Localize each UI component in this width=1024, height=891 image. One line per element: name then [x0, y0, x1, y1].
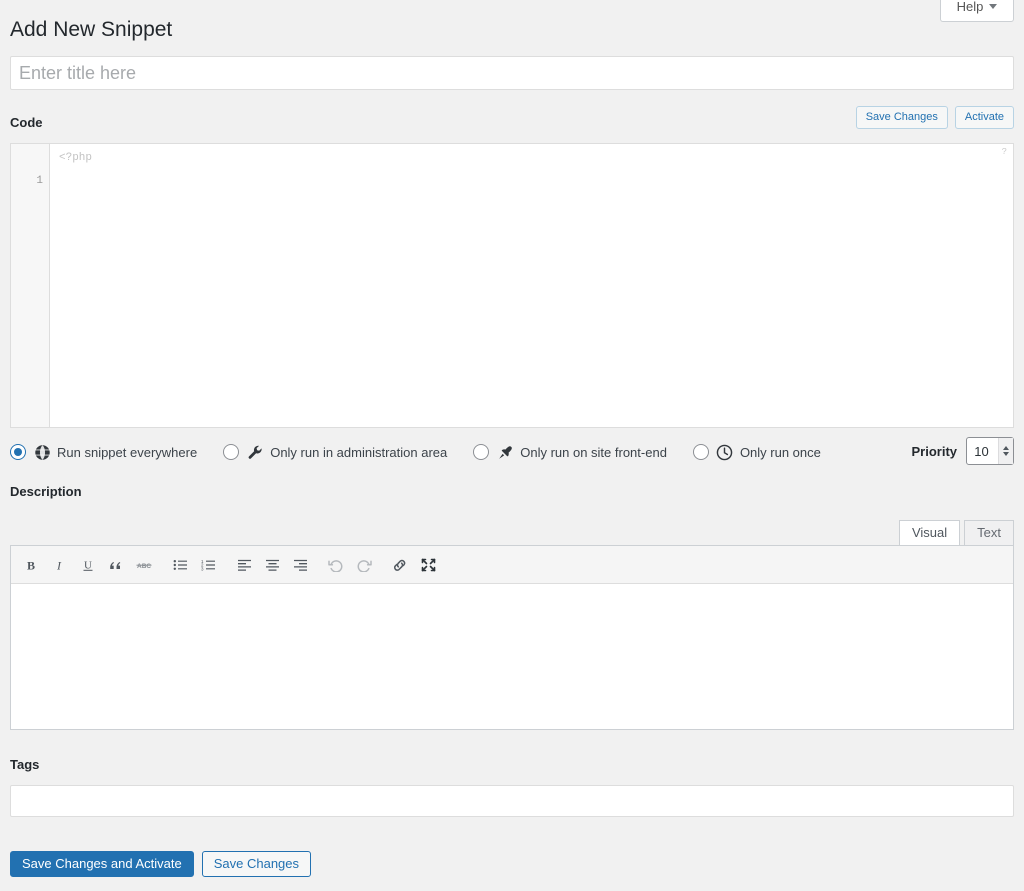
line-number: 1	[36, 175, 43, 187]
stepper-down-icon[interactable]	[1003, 452, 1009, 456]
snippet-title-input[interactable]	[10, 56, 1014, 90]
wrench-icon	[246, 443, 264, 461]
tags-input[interactable]	[10, 785, 1014, 817]
scope-label-admin: Only run in administration area	[270, 444, 448, 460]
strikethrough-icon[interactable]: ABC	[131, 552, 157, 578]
scope-label-everywhere: Run snippet everywhere	[57, 444, 198, 460]
radio-everywhere[interactable]	[10, 444, 26, 460]
stepper-up-icon[interactable]	[1003, 446, 1009, 450]
scope-option-everywhere[interactable]: Run snippet everywhere	[10, 443, 197, 461]
code-action-buttons: Save Changes Activate	[855, 106, 1014, 129]
bold-icon[interactable]: B	[19, 552, 45, 578]
activate-button[interactable]: Activate	[954, 106, 1014, 129]
svg-text:U: U	[84, 559, 92, 571]
priority-stepper[interactable]	[998, 438, 1013, 464]
tab-visual[interactable]: Visual	[898, 520, 961, 545]
priority-control: Priority 10	[911, 437, 1014, 465]
numbered-list-icon[interactable]: 123	[195, 552, 221, 578]
svg-text:ABC: ABC	[137, 563, 151, 570]
radio-frontend[interactable]	[473, 444, 490, 460]
scope-option-frontend[interactable]: Only run on site front-end	[473, 443, 667, 461]
code-section-label: Code	[10, 115, 43, 130]
align-left-icon[interactable]	[231, 552, 257, 578]
description-editor: B I U ABC 123	[10, 545, 1014, 730]
help-dropdown-button[interactable]: Help	[940, 0, 1014, 22]
help-button-label: Help	[956, 0, 984, 14]
clock-icon	[716, 443, 734, 461]
italic-icon[interactable]: I	[47, 552, 73, 578]
scope-label-once: Only run once	[739, 444, 821, 460]
undo-icon[interactable]	[323, 552, 349, 578]
tab-text[interactable]: Text	[964, 520, 1014, 545]
footer-actions: Save Changes and Activate Save Changes	[10, 851, 312, 877]
save-changes-button[interactable]: Save Changes	[201, 851, 312, 877]
globe-icon	[33, 443, 51, 461]
scope-radio-group: Run snippet everywhere Only run in admin…	[10, 440, 1014, 464]
radio-once[interactable]	[692, 444, 709, 460]
svg-text:B: B	[27, 558, 35, 572]
tags-label: Tags	[10, 757, 40, 772]
priority-label: Priority	[911, 443, 957, 459]
svg-text:I: I	[56, 558, 62, 572]
pin-icon	[496, 443, 514, 461]
align-center-icon[interactable]	[259, 552, 285, 578]
editor-mode-tabs: Visual Text	[895, 520, 1014, 545]
description-label: Description	[10, 484, 82, 499]
code-placeholder: <?php	[59, 152, 93, 164]
radio-admin[interactable]	[223, 444, 240, 460]
blockquote-icon[interactable]	[103, 552, 129, 578]
priority-input[interactable]: 10	[966, 437, 1014, 465]
svg-text:3: 3	[201, 566, 204, 571]
bulleted-list-icon[interactable]	[167, 552, 193, 578]
fullscreen-icon[interactable]	[415, 552, 441, 578]
scope-option-admin[interactable]: Only run in administration area	[223, 443, 447, 461]
code-editor[interactable]: 1 <?php ?	[10, 143, 1014, 428]
link-icon[interactable]	[387, 552, 413, 578]
underline-icon[interactable]: U	[75, 552, 101, 578]
description-content-area[interactable]	[11, 584, 1013, 728]
save-changes-and-activate-button[interactable]: Save Changes and Activate	[10, 851, 194, 877]
align-right-icon[interactable]	[287, 552, 313, 578]
wp-admin-page: Help Add New Snippet Code Save Changes A…	[0, 0, 1024, 891]
question-mark-icon[interactable]: ?	[1002, 148, 1007, 157]
redo-icon[interactable]	[351, 552, 377, 578]
save-changes-top-button[interactable]: Save Changes	[855, 106, 948, 129]
scope-option-once[interactable]: Only run once	[692, 443, 821, 461]
code-editor-gutter: 1	[11, 144, 50, 427]
editor-toolbar: B I U ABC 123	[11, 546, 1013, 584]
page-title: Add New Snippet	[10, 18, 173, 41]
priority-value: 10	[974, 443, 989, 459]
code-editor-body[interactable]: <?php	[51, 144, 1013, 427]
scope-label-frontend: Only run on site front-end	[520, 444, 667, 460]
chevron-down-icon	[989, 4, 998, 9]
